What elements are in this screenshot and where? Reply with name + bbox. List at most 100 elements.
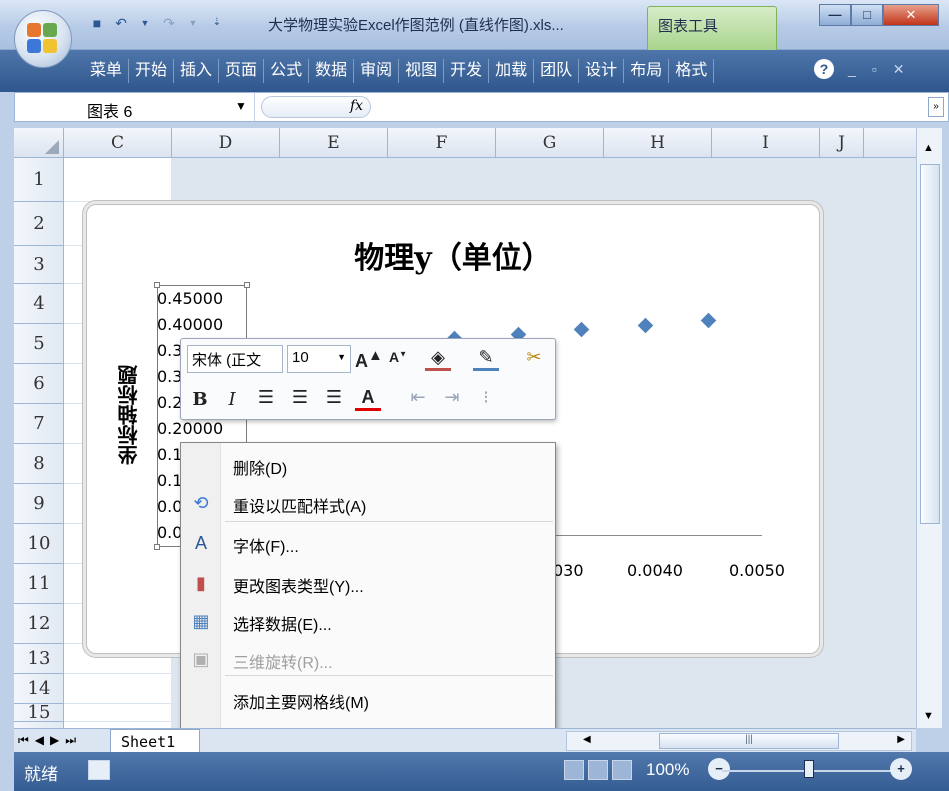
redo-icon[interactable]: ↷ [160,14,178,32]
row-header[interactable]: 12 [14,604,64,644]
workbook-restore-icon[interactable]: ▫ [872,61,877,78]
row-header[interactable]: 1 [14,158,64,202]
row-header[interactable]: 7 [14,404,64,444]
row-header[interactable]: 15 [14,704,64,722]
row-header[interactable]: 8 [14,444,64,484]
decrease-indent-icon[interactable]: ⇤ [405,387,431,408]
name-box-dropdown-icon[interactable]: ▼ [235,99,247,113]
row-header[interactable]: 5 [14,324,64,364]
help-icon[interactable]: ? [814,59,834,79]
y-axis-title[interactable]: 坐标轴标题 [115,365,144,465]
zoom-in-button[interactable]: + [890,758,912,780]
menu-tab[interactable]: 加载 [489,59,535,83]
menu-tab[interactable]: 菜单 [84,59,130,83]
horizontal-scrollbar[interactable]: ◀ ||| ▶ [566,731,912,751]
sheet-tab-sheet1[interactable]: Sheet1 [110,729,200,753]
menu-tab[interactable]: 公式 [264,59,310,83]
data-point[interactable] [700,312,717,329]
column-header[interactable]: J [820,128,864,158]
minimize-button[interactable]: — [819,4,851,26]
close-button[interactable]: ✕ [883,4,939,26]
zoom-out-button[interactable]: − [708,758,730,780]
normal-view-icon[interactable] [564,760,584,780]
sheet-navigation-icons[interactable]: ⏮◀▶⏭ [18,733,82,748]
row-header[interactable]: 10 [14,524,64,564]
workbook-close-icon[interactable]: ✕ [893,61,905,78]
fill-color-icon[interactable]: ◈ [425,347,451,371]
scroll-right-icon[interactable]: ▶ [897,734,905,745]
chart-title[interactable]: 物理y（单位） [87,233,819,277]
undo-icon[interactable]: ↶ [112,14,130,32]
menu-tab[interactable]: 设计 [579,59,625,83]
context-menu-item[interactable]: ▦ 选择数据(E)... [181,603,555,639]
scroll-left-icon[interactable]: ◀ [583,734,591,745]
row-header[interactable]: 11 [14,564,64,604]
column-header[interactable]: D [172,128,280,158]
menu-tab[interactable]: 插入 [174,59,220,83]
shrink-font-icon[interactable]: A▼ [385,349,411,365]
scroll-down-icon[interactable]: ▼ [923,710,934,722]
workbook-minimize-icon[interactable]: _ [848,61,856,78]
scroll-up-icon[interactable]: ▲ [923,142,934,154]
font-size-select[interactable]: 10 ▼ [287,345,351,373]
row-header[interactable]: 2 [14,202,64,246]
data-point[interactable] [573,321,590,338]
row-header[interactable]: 6 [14,364,64,404]
macro-record-icon[interactable] [88,760,110,780]
align-right-icon[interactable]: ☰ [321,387,347,408]
horizontal-scroll-thumb[interactable]: ||| [659,733,839,749]
column-header[interactable]: F [388,128,496,158]
insert-function-button[interactable]: fx [261,96,371,118]
menu-tab[interactable]: 审阅 [354,59,400,83]
font-size-dropdown-icon[interactable]: ▼ [337,352,346,362]
selection-handle[interactable] [154,282,160,288]
menu-tab[interactable]: 开发 [444,59,490,83]
menu-tab[interactable]: 数据 [309,59,355,83]
page-break-view-icon[interactable] [612,760,632,780]
align-center-icon[interactable]: ☰ [287,387,313,408]
customize-qat-icon[interactable]: ⇣ [208,14,226,32]
vertical-scrollbar[interactable]: ▲ ▼ [916,128,942,728]
context-menu-item[interactable]: ⟲ 重设以匹配样式(A) [181,485,555,521]
menu-tab[interactable]: 格式 [669,59,715,83]
italic-icon[interactable]: I [219,389,245,410]
office-button[interactable] [14,10,72,68]
grow-font-icon[interactable]: A▲ [355,347,383,372]
format-painter-icon[interactable]: ✂ [521,347,547,368]
vertical-scroll-thumb[interactable] [920,164,940,524]
data-point[interactable] [637,317,653,333]
zoom-slider-knob[interactable] [804,760,814,778]
selection-handle[interactable] [154,544,160,550]
context-menu-item[interactable]: 添加主要网格线(M) [181,681,555,717]
row-header[interactable]: 9 [14,484,64,524]
context-menu-item[interactable]: 删除(D) [181,447,555,483]
font-color-icon[interactable]: A [355,387,381,411]
select-all-button[interactable] [14,128,64,158]
font-name-select[interactable]: 宋体 (正文 [187,345,283,373]
bold-icon[interactable]: B [187,389,213,410]
align-left-icon[interactable]: ☰ [253,387,279,408]
column-header[interactable]: I [712,128,820,158]
zoom-level[interactable]: 100% [646,760,689,780]
maximize-button[interactable]: □ [851,4,883,26]
bullets-icon[interactable]: ⁝ [473,387,499,408]
undo-dropdown-icon[interactable]: ▼ [136,14,154,32]
formula-input[interactable] [377,97,917,117]
context-menu-item[interactable]: ▮ 更改图表类型(Y)... [181,565,555,601]
line-color-icon[interactable]: ✎ [473,347,499,371]
selection-handle[interactable] [244,282,250,288]
context-menu-item[interactable]: A 字体(F)... [181,525,555,561]
save-icon[interactable]: ■ [88,14,106,32]
menu-tab[interactable]: 页面 [219,59,265,83]
menu-tab[interactable]: 布局 [624,59,670,83]
row-header[interactable]: 14 [14,674,64,704]
menu-tab[interactable]: 视图 [399,59,445,83]
column-header[interactable]: H [604,128,712,158]
page-layout-view-icon[interactable] [588,760,608,780]
increase-indent-icon[interactable]: ⇥ [439,387,465,408]
expand-formula-bar-icon[interactable]: » [928,97,944,117]
menu-tab[interactable]: 开始 [129,59,175,83]
menu-tab[interactable]: 团队 [534,59,580,83]
name-box[interactable]: 图表 6 ▼ [15,93,255,121]
row-header[interactable]: 3 [14,246,64,284]
